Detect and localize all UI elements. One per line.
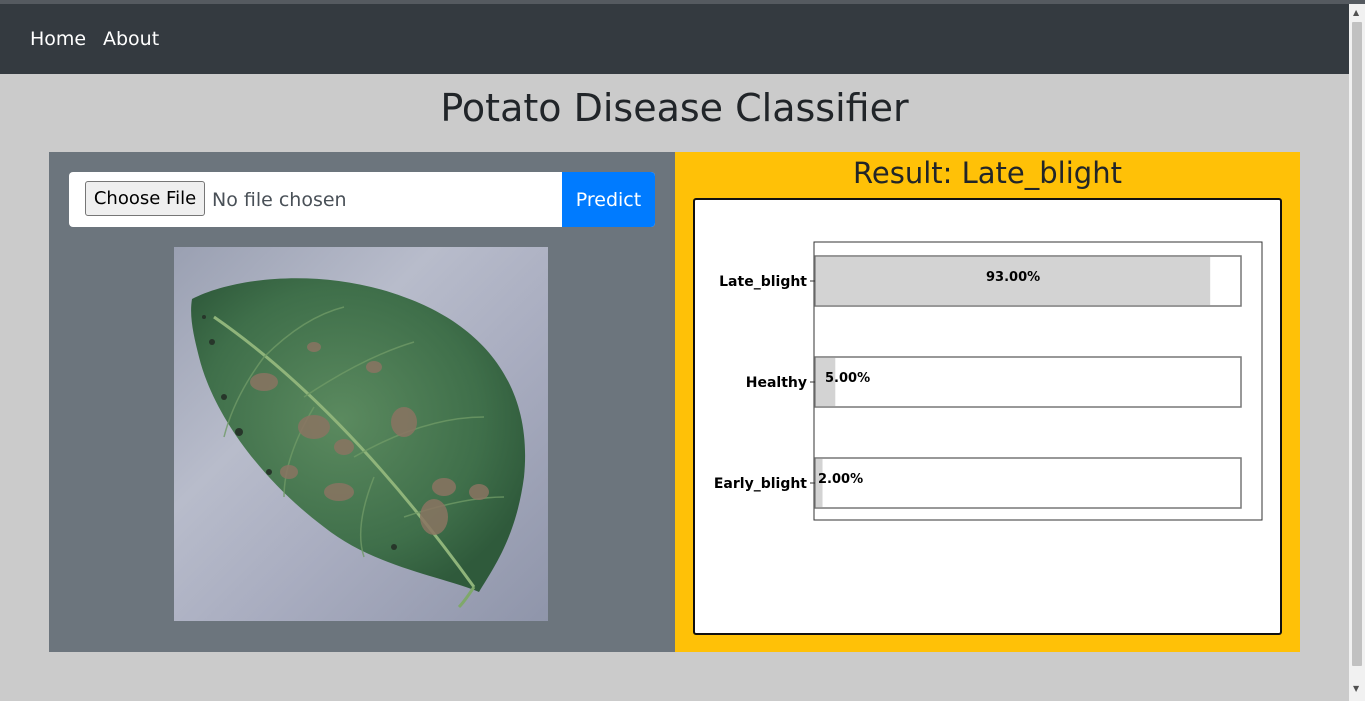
chart-frame: Late_blight 93.00% Healthy 5.00% Early_bligh… [693,198,1282,635]
upload-panel: Choose File No file chosen Predict [49,152,675,652]
vertical-scrollbar[interactable]: ▲ ▼ [1349,4,1365,701]
nav-home-link[interactable]: Home [30,28,86,50]
predict-button[interactable]: Predict [562,172,655,227]
y-tick-label: Healthy [746,375,807,391]
bar-track [814,457,1242,509]
probability-chart: Late_blight 93.00% Healthy 5.00% Early_bligh… [714,241,1263,521]
result-panel: Result: Late_blight Late_blight 93.00% Hea… [675,152,1300,652]
y-tick-label: Early_blight [714,476,807,492]
bar-track [814,356,1242,408]
leaf-illustration [191,278,526,609]
bar-value-label: 2.00% [818,472,863,487]
scrollbar-thumb[interactable] [1352,22,1362,666]
file-status-text: No file chosen [212,189,347,211]
navbar: Home About [0,4,1349,74]
scroll-down-icon[interactable]: ▼ [1353,684,1359,693]
bar-value-label: 5.00% [825,371,870,386]
bar-value-label: 93.00% [986,270,1040,285]
scroll-up-icon[interactable]: ▲ [1353,8,1359,17]
y-tick-label: Late_blight [719,274,807,290]
uploaded-leaf-image [174,247,548,621]
file-input-group: Choose File No file chosen Predict [69,172,655,227]
choose-file-button[interactable]: Choose File [85,181,205,216]
nav-about-link[interactable]: About [103,28,159,50]
result-title: Result: Late_blight [853,156,1122,190]
page-title: Potato Disease Classifier [440,86,909,130]
